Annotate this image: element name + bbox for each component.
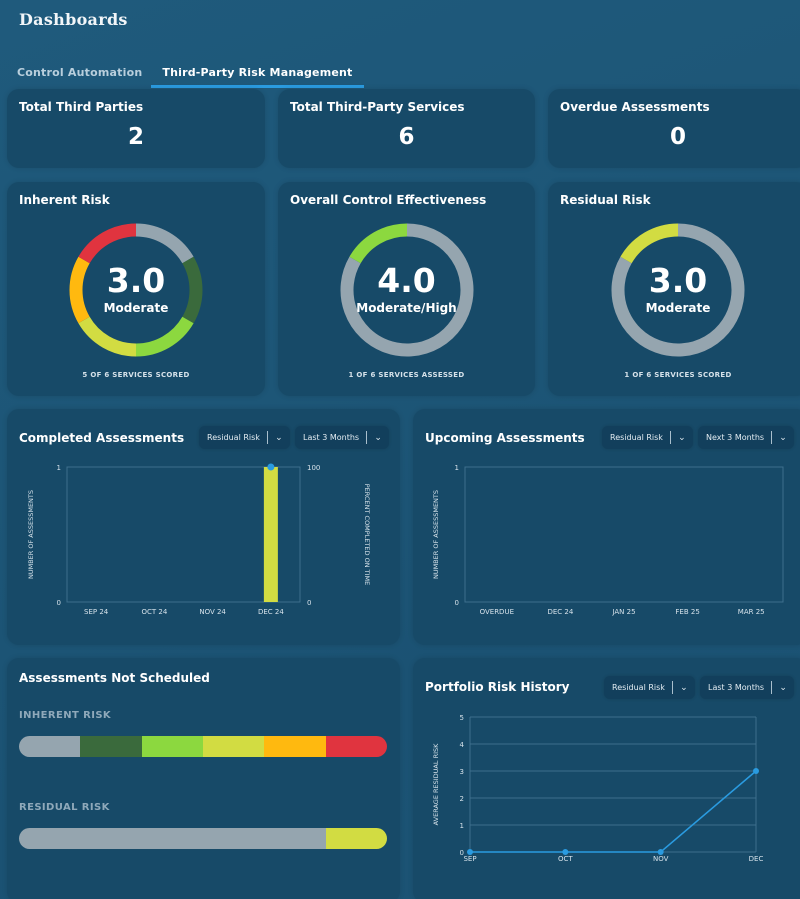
y-tick-label: 1 (455, 464, 459, 472)
y-tick-label: 1 (57, 464, 61, 472)
donut-score: 3.0 (648, 261, 708, 300)
donut-score: 3.0 (106, 261, 166, 300)
donut-footer: 1 OF 6 SERVICES ASSESSED (348, 371, 465, 379)
data-point (753, 768, 759, 774)
donut-segment-moderate-high (348, 223, 407, 264)
donut-footer: 1 OF 6 SERVICES SCORED (624, 371, 732, 379)
x-tick-label: OCT 24 (141, 608, 167, 616)
y-tick-label: 2 (460, 795, 464, 803)
y-tick-label: 0 (455, 599, 459, 607)
inherent-risk-bar (19, 736, 387, 757)
y-tick-label: 1 (460, 822, 464, 830)
completed-assessments-chart: SEP 24 OCT 24 NOV 24 DEC 24 0 1 0 100 NUMBER OF … (27, 463, 371, 616)
card-title: Residual Risk (560, 193, 651, 207)
stat-title: Total Third Parties (19, 100, 144, 114)
upcoming-assessments-card: Upcoming Assessments Residual Risk ⌄ Nex… (413, 409, 800, 645)
tab-third-party-risk-management[interactable]: Third-Party Risk Management (151, 62, 364, 88)
bar-segment-moderate (202, 736, 265, 757)
y2-axis-label: PERCENT COMPLETED ON TIME (363, 484, 371, 585)
stat-title: Overdue Assessments (560, 100, 710, 114)
bar-segment-low-moderate (141, 736, 203, 757)
donut-label: Moderate (645, 301, 711, 315)
dashboard-tabs: Control Automation Third-Party Risk Mana… (8, 62, 364, 88)
completed-assessments-card: Completed Assessments Residual Risk ⌄ La… (7, 409, 400, 645)
y2-tick-label: 0 (307, 599, 311, 607)
x-tick-label: DEC 24 (547, 608, 573, 616)
data-point (657, 849, 664, 855)
on-time-point (267, 463, 275, 471)
stat-value: 6 (398, 124, 415, 150)
bar-segment-low (80, 736, 142, 757)
portfolio-risk-history-card: Portfolio Risk History Residual Risk ⌄ L… (413, 658, 800, 899)
y2-tick-label: 100 (307, 464, 320, 472)
residual-risk-card: Residual Risk 3.0 Moderate 1 OF 6 SERVIC… (548, 182, 800, 396)
x-tick-label: SEP 24 (84, 608, 109, 616)
x-tick-label: JAN 25 (611, 608, 635, 616)
data-point (467, 849, 473, 855)
card-title: Assessments Not Scheduled (19, 671, 210, 685)
stat-title: Total Third-Party Services (290, 100, 465, 114)
residual-risk-label: RESIDUAL RISK (19, 802, 110, 813)
y-axis-label: NUMBER OF ASSESSMENTS (27, 490, 35, 579)
inherent-risk-label: INHERENT RISK (19, 710, 112, 721)
donut-score: 4.0 (377, 261, 436, 300)
donut-chart: 3.0 Moderate (548, 220, 800, 360)
upcoming-assessments-chart: OVERDUE DEC 24 JAN 25 FEB 25 MAR 25 0 1 NUMBER … (432, 464, 784, 616)
donut-segment-unscored (135, 223, 194, 264)
donut-footer: 5 OF 6 SERVICES SCORED (82, 371, 190, 379)
card-title: Inherent Risk (19, 193, 110, 207)
data-point (562, 849, 569, 855)
assessments-not-scheduled-card: Assessments Not Scheduled INHERENT RISK … (7, 658, 400, 899)
donut-segment-high (78, 223, 137, 264)
x-tick-label: DEC 24 (258, 608, 284, 616)
x-tick-label: NOV (653, 855, 669, 863)
donut-segment-moderate (620, 223, 679, 264)
y-tick-label: 5 (460, 714, 464, 722)
donut-label: Moderate (103, 301, 169, 315)
y-axis-label: AVERAGE RESIDUAL RISK (432, 743, 440, 826)
bar-segment-unscored (19, 828, 326, 849)
y-axis-label: NUMBER OF ASSESSMENTS (432, 490, 440, 579)
card-title: Overall Control Effectiveness (290, 193, 487, 207)
y-tick-label: 4 (460, 741, 465, 749)
donut-chart: 4.0 Moderate/High (278, 220, 535, 360)
donut-label: Moderate/High (356, 301, 457, 315)
x-tick-label: NOV 24 (199, 608, 226, 616)
bar-segment-moderate-high (264, 736, 326, 757)
x-tick-label: OVERDUE (480, 608, 514, 616)
stat-value: 0 (669, 124, 686, 150)
stat-card-total-third-parties: Total Third Parties 2 (7, 89, 265, 168)
tab-control-automation[interactable]: Control Automation (8, 62, 151, 88)
inherent-risk-card: Inherent Risk 3.0 Moderate 5 OF 6 SERVIC… (7, 182, 265, 396)
bar-segment-unscored (19, 736, 81, 757)
portfolio-risk-history-chart: 012345SEP OCT NOV DECAVERAGE RESIDUAL RISK (432, 714, 764, 863)
x-tick-label: MAR 25 (738, 608, 765, 616)
plot-frame (464, 466, 784, 603)
series-line (470, 770, 757, 853)
page-title: Dashboards (19, 10, 128, 29)
stat-value: 2 (127, 124, 144, 150)
x-tick-label: OCT (558, 855, 573, 863)
bar-segment-moderate (325, 828, 387, 849)
stat-card-overdue-assessments: Overdue Assessments 0 (548, 89, 800, 168)
residual-risk-bar (19, 828, 387, 849)
stat-card-total-services: Total Third-Party Services 6 (278, 89, 535, 168)
x-tick-label: DEC (749, 855, 764, 863)
x-tick-label: SEP (463, 855, 476, 863)
control-effectiveness-card: Overall Control Effectiveness 4.0 Modera… (278, 182, 535, 396)
donut-segment-moderate (78, 316, 137, 357)
x-tick-label: FEB 25 (675, 608, 699, 616)
bar-segment-high (325, 736, 387, 757)
y-tick-label: 0 (57, 599, 61, 607)
donut-segment-low-moderate (135, 316, 194, 357)
donut-chart: 3.0 Moderate (7, 220, 265, 360)
bar (263, 467, 278, 602)
y-tick-label: 3 (460, 768, 464, 776)
